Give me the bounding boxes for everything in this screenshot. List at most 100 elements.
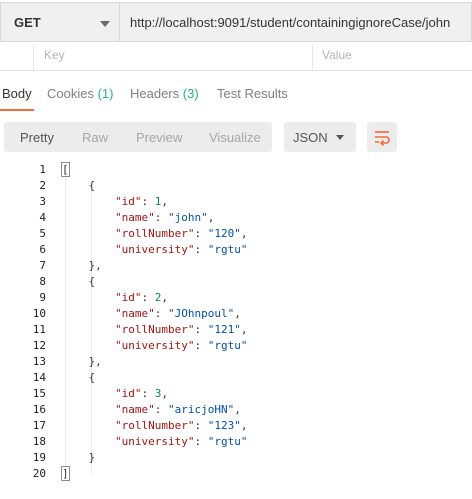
tab-test-results[interactable]: Test Results: [217, 86, 288, 101]
code-line: "university": "rgtu": [62, 434, 468, 450]
code-token: :: [194, 435, 208, 448]
code-token: },: [62, 355, 102, 368]
code-token: "rgtu": [207, 435, 248, 448]
code-token: :: [154, 403, 168, 416]
code-token: },: [62, 259, 102, 272]
code-token: :: [141, 195, 155, 208]
code-token: ,: [207, 211, 215, 224]
code-line: {: [62, 178, 468, 194]
code-lines: [ { "id": 1, "name": "john", "rollNumber…: [61, 162, 468, 482]
code-token: ,: [234, 403, 241, 416]
params-value-header: Value: [322, 48, 352, 62]
code-token: "rgtu": [207, 243, 248, 256]
format-label: JSON: [293, 130, 328, 145]
line-number: 15: [32, 387, 46, 400]
line-number: 6: [39, 243, 46, 256]
code-line: "name": "JOhnpoul",: [62, 306, 468, 322]
code-token: {: [62, 371, 96, 384]
code-token: "name": [114, 403, 155, 416]
raw-button[interactable]: Raw: [82, 130, 108, 145]
code-line: "id": 1,: [62, 194, 468, 210]
tab-headers-label: Headers: [130, 86, 180, 101]
request-bar: GET http://localhost:9091/student/contai…: [0, 0, 472, 44]
code-line: "name": "aricjoHN",: [62, 402, 468, 418]
code-token: ,: [161, 195, 168, 208]
line-number: 2: [39, 179, 46, 192]
code-token: :: [154, 307, 168, 320]
line-number: 3: [39, 195, 46, 208]
code-line: "university": "rgtu": [62, 338, 468, 354]
line-number: 20: [32, 467, 46, 480]
view-mode-group: Pretty Raw Preview Visualize: [4, 122, 272, 152]
method-label: GET: [14, 15, 41, 30]
code-token: :: [194, 419, 208, 432]
visualize-button[interactable]: Visualize: [209, 130, 261, 145]
code-line: "id": 2,: [62, 290, 468, 306]
line-number: 10: [32, 307, 46, 320]
url-input[interactable]: http://localhost:9091/student/containing…: [120, 2, 472, 42]
code-line: {: [62, 370, 468, 386]
code-token: ,: [240, 419, 248, 432]
preview-button[interactable]: Preview: [136, 130, 182, 145]
method-select[interactable]: GET: [0, 2, 120, 42]
line-number: 5: [39, 227, 46, 240]
code-token: "id": [114, 291, 142, 304]
code-token: "120": [207, 227, 241, 240]
code-token: "name": [114, 307, 155, 320]
active-tab-indicator: [0, 109, 34, 111]
params-table-header: Key Value: [0, 44, 472, 71]
tab-body[interactable]: Body: [2, 86, 32, 101]
code-token: :: [194, 339, 208, 352]
code-token: "id": [114, 195, 142, 208]
postman-window: GET http://localhost:9091/student/contai…: [0, 0, 472, 499]
code-token: ,: [161, 387, 168, 400]
line-number: 16: [32, 403, 46, 416]
code-token: :: [154, 211, 168, 224]
code-line: "rollNumber": "121",: [62, 322, 468, 338]
code-line: "id": 3,: [62, 386, 468, 402]
code-token: "university": [114, 435, 195, 448]
code-token: "name": [114, 211, 155, 224]
response-tabs: Body Cookies (1) Headers (3) Test Result…: [0, 80, 472, 111]
code-token: "JOhnpoul": [167, 307, 235, 320]
chevron-down-icon: [336, 135, 344, 140]
tab-cookies[interactable]: Cookies (1): [47, 86, 113, 101]
line-number: 7: [39, 259, 46, 272]
response-body-editor[interactable]: 1 2 3 4 5 6 7 8 9 10 11 12 13 14 15 16 17 18 19 20 [ { "id"…: [0, 162, 472, 499]
wrap-lines-button[interactable]: [367, 122, 397, 152]
code-line: ]: [61, 466, 468, 482]
code-token: "121": [207, 323, 241, 336]
code-token: "university": [114, 243, 195, 256]
code-token: "university": [114, 339, 195, 352]
code-token: ,: [161, 291, 168, 304]
code-line: "rollNumber": "123",: [62, 418, 468, 434]
code-line: "rollNumber": "120",: [62, 226, 468, 242]
pretty-button[interactable]: Pretty: [20, 130, 54, 145]
wrap-lines-icon: [375, 131, 390, 146]
code-token: :: [194, 323, 208, 336]
url-text: http://localhost:9091/student/containing…: [130, 15, 451, 30]
code-token: [: [61, 162, 70, 177]
cookies-count: (1): [97, 86, 114, 101]
format-select[interactable]: JSON: [284, 122, 356, 152]
code-token: "rollNumber": [114, 419, 195, 432]
code-token: {: [62, 275, 96, 288]
code-token: ,: [240, 323, 248, 336]
code-token: "aricjoHN": [167, 403, 235, 416]
code-token: "123": [207, 419, 241, 432]
line-number: 13: [32, 355, 46, 368]
code-token: ,: [240, 227, 248, 240]
tab-headers[interactable]: Headers (3): [130, 86, 199, 101]
code-token: :: [141, 387, 155, 400]
code-token: {: [62, 179, 96, 192]
